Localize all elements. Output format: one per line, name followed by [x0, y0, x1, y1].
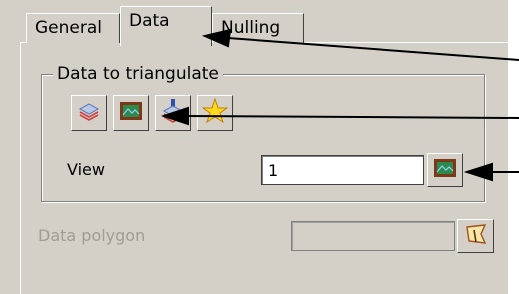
annotation-arrows	[160, 28, 519, 182]
